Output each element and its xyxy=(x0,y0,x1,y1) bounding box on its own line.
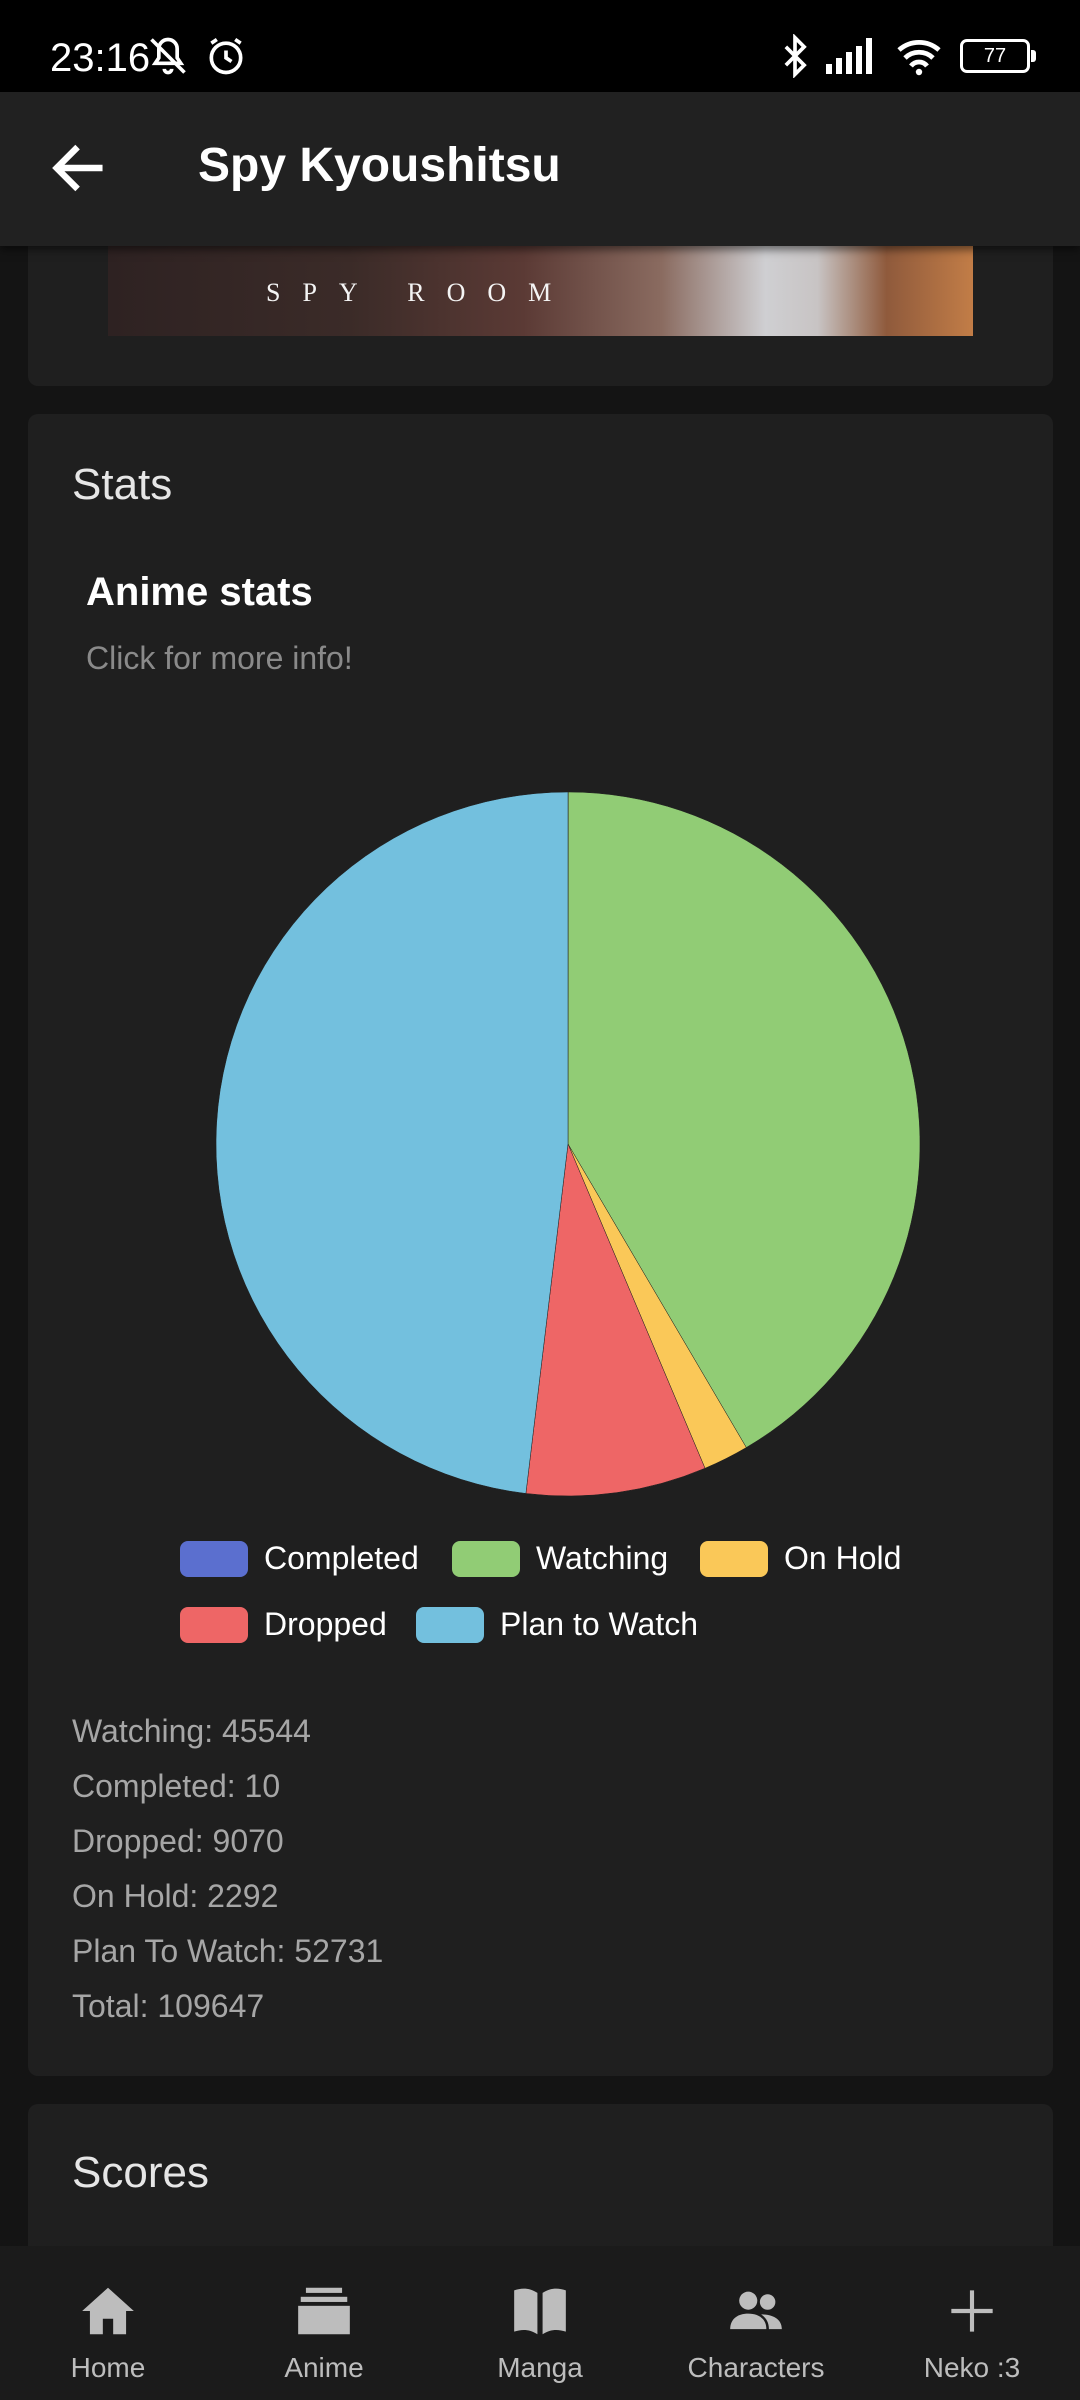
pie-slice-plan-to-watch[interactable] xyxy=(215,791,569,1494)
signal-icon xyxy=(826,38,872,74)
nav-item-anime[interactable]: Anime xyxy=(216,2246,432,2400)
stat-plan-to-watch: Plan To Watch: 52731 xyxy=(72,1933,384,1969)
legend-item-watching[interactable]: Watching xyxy=(452,1540,668,1577)
back-arrow-icon[interactable] xyxy=(46,136,110,200)
legend-item-dropped[interactable]: Dropped xyxy=(180,1606,387,1643)
bluetooth-icon xyxy=(784,34,807,78)
stats-card: Stats Anime stats Click for more info! C… xyxy=(28,414,1053,2076)
nav-item-home[interactable]: Home xyxy=(0,2246,216,2400)
nav-label: Manga xyxy=(497,2352,583,2383)
stat-completed: Completed: 10 xyxy=(72,1768,281,1804)
cover-image[interactable]: SPY ROOM xyxy=(108,246,973,336)
legend-swatch xyxy=(416,1606,484,1643)
legend-label: On Hold xyxy=(784,1540,902,1576)
plus-icon xyxy=(951,2290,993,2332)
stats-heading: Stats xyxy=(72,460,173,509)
page-title: Spy Kyoushitsu xyxy=(198,139,561,192)
stats-summary: Watching: 45544 Completed: 10 Dropped: 9… xyxy=(72,1704,383,2034)
home-icon xyxy=(82,2287,134,2335)
anime-stats-pie-chart[interactable] xyxy=(178,754,958,1534)
nav-label: Anime xyxy=(284,2352,364,2383)
status-time: 23:16 xyxy=(50,36,151,80)
stack-icon xyxy=(298,2287,350,2335)
stat-on-hold: On Hold: 2292 xyxy=(72,1878,279,1914)
wifi-icon xyxy=(897,39,941,76)
battery-indicator: 77 xyxy=(960,39,1036,73)
stat-total: Total: 109647 xyxy=(72,1988,265,2024)
chart-title: Anime stats xyxy=(86,570,313,614)
bell-off-icon xyxy=(150,37,186,75)
nav-label: Characters xyxy=(687,2352,825,2383)
legend-swatch xyxy=(180,1606,248,1643)
legend-label: Dropped xyxy=(264,1606,387,1642)
people-icon xyxy=(730,2291,782,2330)
chart-subtitle[interactable]: Click for more info! xyxy=(86,640,353,677)
legend-item-plan-to-watch[interactable]: Plan to Watch xyxy=(416,1606,698,1643)
book-icon xyxy=(514,2288,566,2335)
status-bar: 23:16 77 xyxy=(0,0,1080,92)
legend-item-on-hold[interactable]: On Hold xyxy=(700,1540,901,1577)
legend-swatch xyxy=(180,1540,248,1577)
cover-logo-text: SPY ROOM xyxy=(266,278,574,307)
legend-swatch xyxy=(452,1540,520,1577)
nav-label: Neko :3 xyxy=(923,2352,1021,2383)
legend-item-completed[interactable]: Completed xyxy=(180,1540,419,1577)
stat-dropped: Dropped: 9070 xyxy=(72,1823,284,1859)
legend-label: Completed xyxy=(264,1540,419,1576)
legend-label: Plan to Watch xyxy=(500,1606,699,1642)
nav-label: Home xyxy=(70,2352,146,2383)
app-bar: Spy Kyoushitsu xyxy=(0,92,1080,246)
legend-swatch xyxy=(700,1540,768,1577)
legend-label: Watching xyxy=(536,1540,669,1576)
nav-item-characters[interactable]: Characters xyxy=(648,2246,864,2400)
stat-watching: Watching: 45544 xyxy=(72,1713,311,1749)
nav-item-neko[interactable]: Neko :3 xyxy=(864,2246,1080,2400)
nav-item-manga[interactable]: Manga xyxy=(432,2246,648,2400)
scores-heading: Scores xyxy=(72,2148,209,2197)
bottom-navigation: Home Anime Manga Characters Neko:3 xyxy=(0,2246,1080,2400)
alarm-icon xyxy=(209,37,243,75)
